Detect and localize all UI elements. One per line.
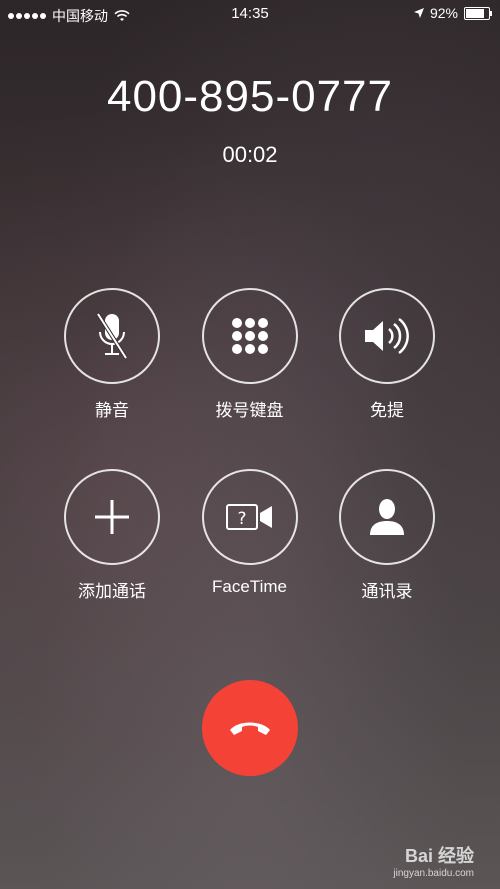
watermark-brand: Bai 经验: [404, 846, 474, 866]
end-call-icon: [230, 722, 270, 735]
battery-percent: 92%: [429, 5, 458, 21]
battery-fill: [466, 8, 485, 18]
keypad-ring: [201, 288, 298, 384]
contacts-button[interactable]: 通讯录: [337, 469, 437, 602]
plus-icon: [95, 500, 129, 534]
mute-ring: [64, 288, 160, 384]
contacts-label: 通讯录: [361, 582, 413, 601]
add-call-label: 添加通话: [78, 582, 146, 601]
facetime-label: FaceTime: [212, 577, 287, 596]
phone-number: 400-895-0777: [106, 72, 393, 121]
speaker-ring: [339, 288, 435, 384]
mute-label: 静音: [95, 401, 129, 420]
keypad-button[interactable]: 拨号键盘: [200, 288, 300, 421]
speaker-button[interactable]: 免提: [337, 288, 437, 421]
speaker-label: 免提: [370, 401, 404, 420]
contacts-ring: [339, 469, 435, 565]
mute-button[interactable]: 静音: [62, 288, 162, 421]
svg-text:?: ?: [237, 509, 246, 529]
status-bar: 中国移动 14:35 92%: [0, 0, 500, 28]
end-call-button[interactable]: [202, 680, 298, 776]
baidu-watermark: Bai 经验 jingyan.baidu.com: [393, 842, 474, 879]
speaker-icon: [365, 317, 409, 355]
facetime-icon: ?: [225, 504, 272, 530]
keypad-label: 拨号键盘: [215, 401, 284, 420]
add-call-ring: [64, 469, 160, 565]
facetime-button[interactable]: ? FaceTime: [200, 469, 300, 602]
location-arrow-icon: [413, 8, 424, 18]
keypad-icon: [231, 318, 268, 354]
battery-icon: [464, 6, 492, 20]
status-right: 92%: [413, 5, 492, 21]
add-call-button[interactable]: 添加通话: [62, 469, 162, 602]
contact-icon: [370, 499, 404, 535]
mic-muted-icon: [96, 312, 128, 360]
call-duration: 00:02: [222, 142, 278, 167]
facetime-ring: ?: [201, 469, 298, 565]
watermark-url: jingyan.baidu.com: [393, 868, 474, 879]
call-controls: 静音 拨号键盘 免提 添加通话 ? FaceTime 通讯录: [62, 288, 437, 602]
